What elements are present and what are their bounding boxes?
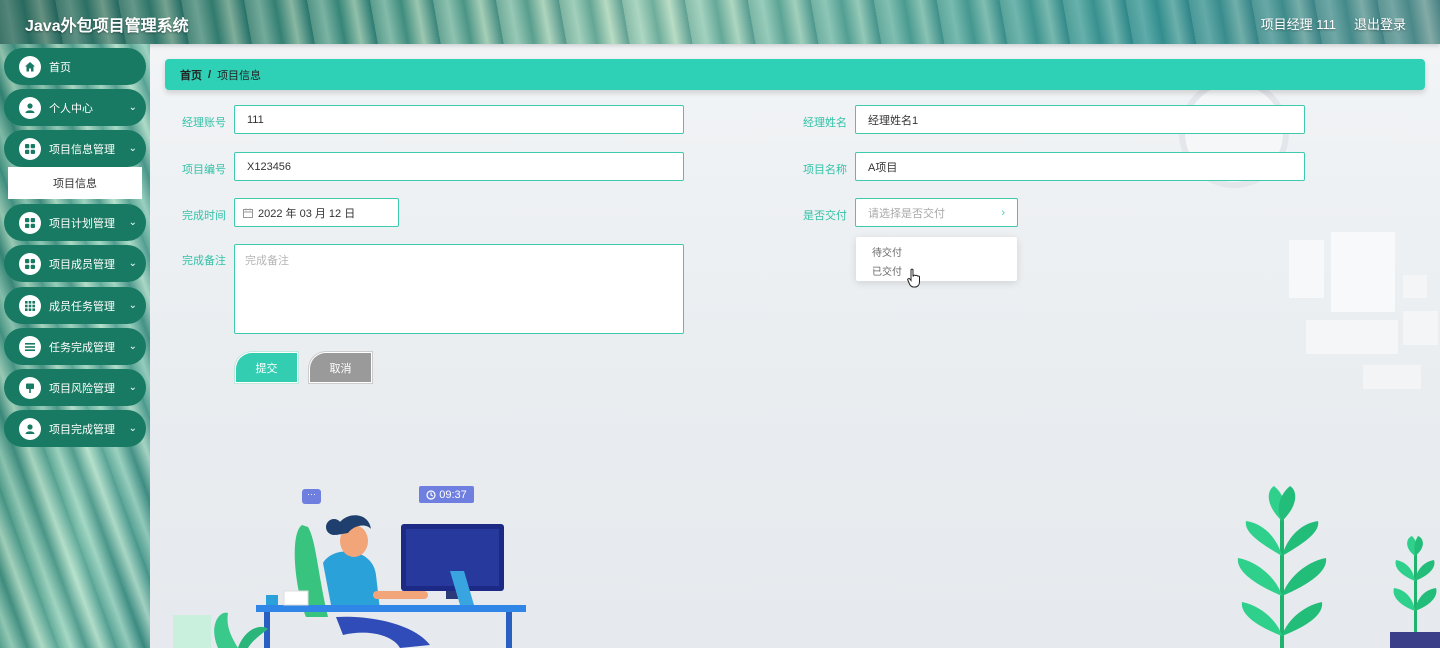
deco-panel [1306, 320, 1398, 354]
chevron-down-icon: ⌄ [128, 143, 137, 154]
chevron-down-icon: ⌄ [128, 423, 137, 434]
chevron-down-icon: ⌄ [128, 217, 137, 228]
breadcrumb: 首页 / 项目信息 [165, 59, 1425, 90]
finish-time-date-picker[interactable]: 2022 年 03 月 12 日 [234, 198, 399, 227]
grid-icon [19, 137, 41, 160]
cancel-button[interactable]: 取消 [310, 353, 371, 382]
delivered-select[interactable]: 请选择是否交付 › [855, 198, 1018, 227]
chevron-right-icon: › [1001, 206, 1005, 219]
delivered-label: 是否交付 [803, 210, 847, 222]
delivered-placeholder: 请选择是否交付 [868, 207, 945, 220]
clock-icon [426, 489, 436, 500]
chevron-down-icon: ⌄ [128, 258, 137, 269]
sidebar-item-label: 项目完成管理 [49, 423, 115, 436]
header-user-area: 项目经理 111 退出登录 [1261, 14, 1406, 33]
clock-badge: 09:37 [419, 486, 474, 503]
current-user-label[interactable]: 项目经理 111 [1261, 14, 1336, 33]
sidebar-item-project-plan[interactable]: 项目计划管理 ⌄ [4, 204, 146, 241]
chevron-down-icon: ⌄ [128, 102, 137, 113]
manager-account-input[interactable]: 111 [234, 105, 684, 134]
chat-bubble-icon: ··· [302, 489, 321, 504]
home-icon [19, 55, 41, 78]
project-name-input[interactable]: A项目 [855, 152, 1305, 181]
sidebar-item-label: 项目信息管理 [49, 143, 115, 156]
manager-name-input[interactable]: 经理姓名1 [855, 105, 1305, 134]
user-icon [19, 96, 41, 119]
delivered-dropdown: 待交付 已交付 [856, 237, 1017, 281]
sidebar-item-label: 项目风险管理 [49, 382, 115, 395]
chevron-down-icon: ⌄ [128, 341, 137, 352]
manager-account-label: 经理账号 [182, 117, 226, 129]
office-worker-illustration [173, 515, 526, 648]
chevron-down-icon: ⌄ [128, 300, 137, 311]
breadcrumb-home[interactable]: 首页 [180, 67, 202, 83]
app-title: Java外包项目管理系统 [25, 18, 189, 35]
sidebar-item-label: 任务完成管理 [49, 341, 115, 354]
chevron-down-icon: ⌄ [128, 382, 137, 393]
plant-illustration [1237, 486, 1440, 648]
deco-panel [1403, 275, 1427, 298]
sidebar-item-task-completion[interactable]: 任务完成管理 ⌄ [4, 328, 146, 365]
sidebar-item-project-members[interactable]: 项目成员管理 ⌄ [4, 245, 146, 282]
sidebar-subitem-project-info[interactable]: 项目信息 [8, 167, 142, 199]
dropdown-option-pending[interactable]: 待交付 [872, 244, 902, 259]
sidebar-item-home[interactable]: 首页 [4, 48, 146, 85]
person-icon [19, 417, 41, 440]
finish-time-label: 完成时间 [182, 210, 226, 222]
clock-time: 09:37 [439, 488, 467, 501]
project-name-label: 项目名称 [803, 164, 847, 176]
grid-icon [19, 211, 41, 234]
top-header: Java外包项目管理系统 项目经理 111 退出登录 [0, 0, 1440, 44]
deco-panel [186, 176, 240, 190]
finish-note-label: 完成备注 [182, 255, 226, 267]
apps-icon [19, 294, 41, 317]
sidebar-item-label: 项目成员管理 [49, 258, 115, 271]
deco-panel [1289, 240, 1324, 298]
deco-panel [1331, 232, 1395, 312]
project-code-input[interactable]: X123456 [234, 152, 684, 181]
sidebar-item-project-risk[interactable]: 项目风险管理 ⌄ [4, 369, 146, 406]
project-code-label: 项目编号 [182, 164, 226, 176]
sidebar-item-label: 首页 [49, 61, 71, 74]
deco-panel [1363, 365, 1421, 389]
dropdown-option-delivered[interactable]: 已交付 [872, 263, 902, 278]
calendar-icon [243, 208, 253, 218]
sidebar-item-label: 成员任务管理 [49, 300, 115, 313]
submit-button[interactable]: 提交 [236, 353, 297, 382]
flag-icon [19, 376, 41, 399]
sidebar-item-label: 项目计划管理 [49, 217, 115, 230]
sidebar-item-personal-center[interactable]: 个人中心 ⌄ [4, 89, 146, 126]
finish-note-textarea[interactable]: 完成备注 [234, 244, 684, 334]
breadcrumb-separator: / [208, 68, 212, 81]
sidebar-item-label: 个人中心 [49, 102, 93, 115]
list-icon [19, 335, 41, 358]
grid-icon [19, 252, 41, 275]
sidebar-item-project-info[interactable]: 项目信息管理 ⌄ [4, 130, 146, 167]
sidebar-item-member-tasks[interactable]: 成员任务管理 ⌄ [4, 287, 146, 324]
logout-link[interactable]: 退出登录 [1354, 14, 1406, 33]
manager-name-label: 经理姓名 [803, 117, 847, 129]
deco-panel [1403, 311, 1438, 345]
sidebar-item-project-completion[interactable]: 项目完成管理 ⌄ [4, 410, 146, 447]
breadcrumb-current: 项目信息 [217, 69, 262, 82]
hand-cursor-icon [907, 268, 920, 288]
finish-time-value: 2022 年 03 月 12 日 [258, 207, 356, 220]
